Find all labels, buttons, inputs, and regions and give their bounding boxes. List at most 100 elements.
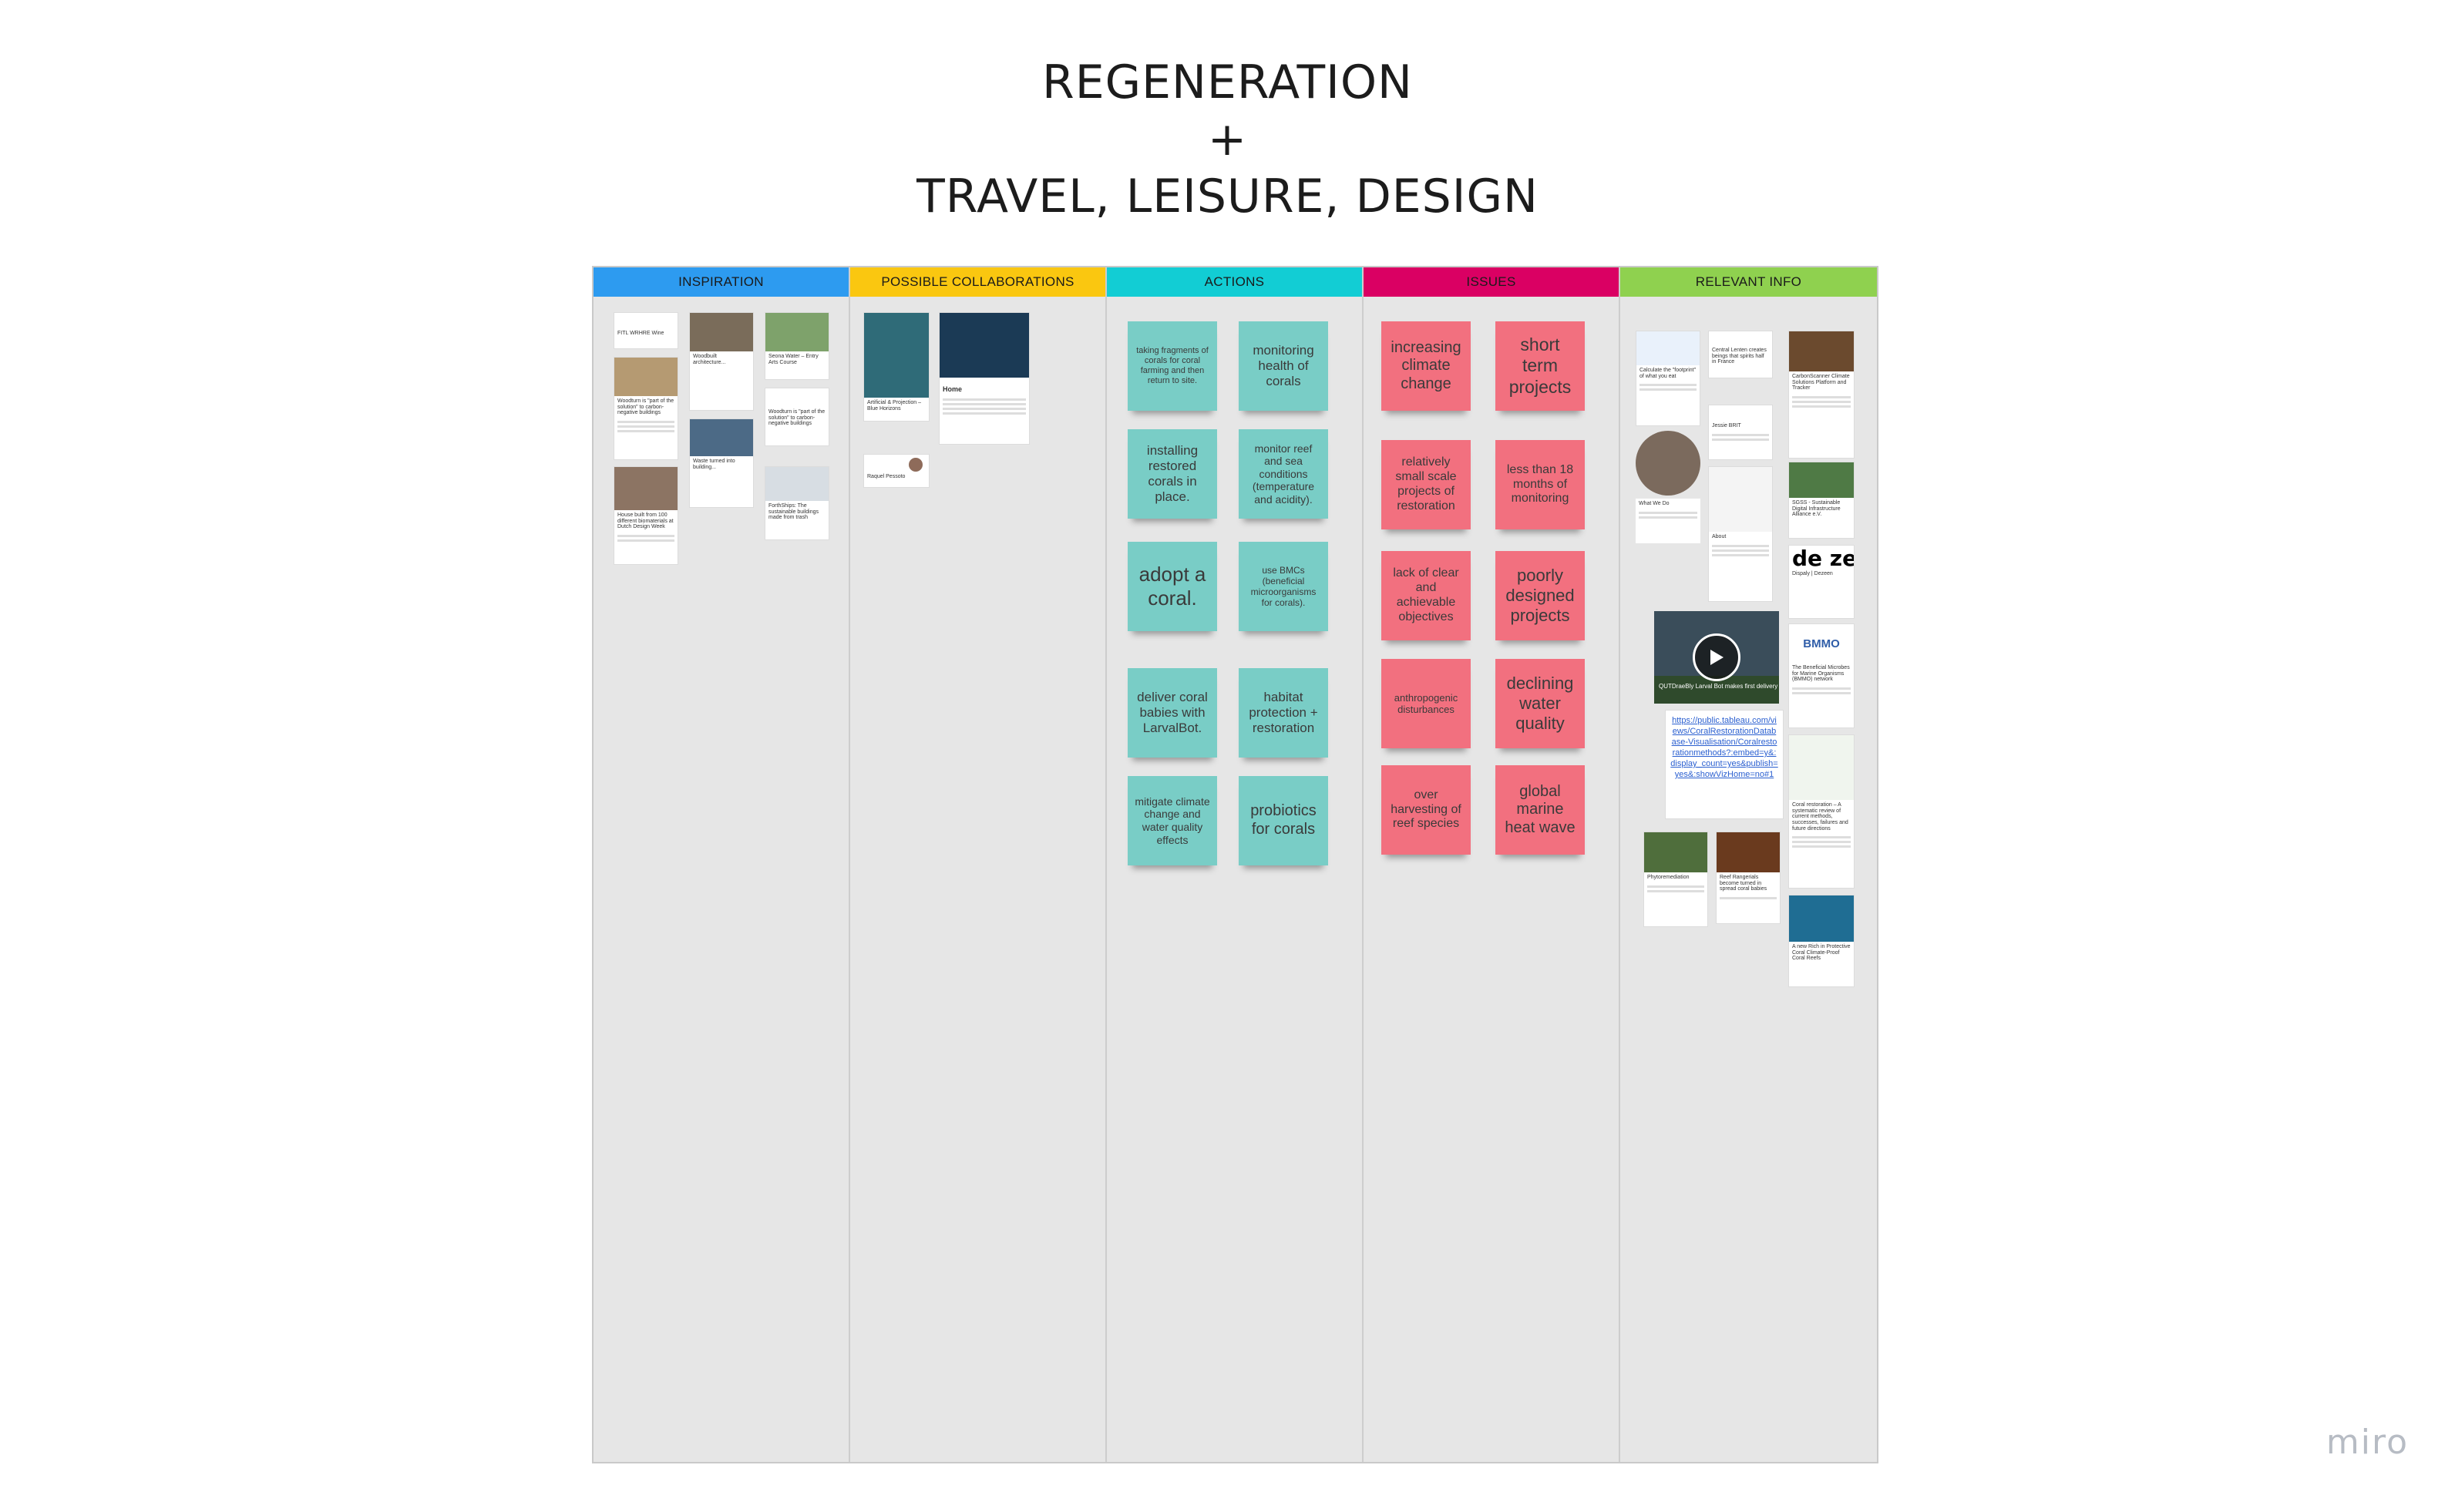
sticky-note-issue[interactable]: short term projects bbox=[1495, 321, 1585, 411]
card-image bbox=[864, 313, 929, 398]
sticky-note-action[interactable]: deliver coral babies with LarvalBot. bbox=[1128, 668, 1217, 758]
inspiration-card[interactable]: Woodturn is "part of the solution" to ca… bbox=[614, 357, 678, 460]
inspiration-card[interactable]: House built from 100 different biomateri… bbox=[614, 466, 678, 565]
kanban-board: INSPIRATION POSSIBLE COLLABORATIONS ACTI… bbox=[592, 266, 1878, 1463]
sticky-note-action[interactable]: habitat protection + restoration bbox=[1239, 668, 1328, 758]
card-title: The Beneficial Microbes for Marine Organ… bbox=[1792, 665, 1850, 683]
info-card[interactable]: BMMO The Beneficial Microbes for Marine … bbox=[1788, 623, 1855, 728]
card-image bbox=[1789, 735, 1854, 800]
sticky-note-issue[interactable]: anthropogenic disturbances bbox=[1381, 659, 1471, 748]
info-card[interactable]: Central Lenten creates beings that spiri… bbox=[1708, 331, 1773, 378]
card-title: SGSS - Sustainable Digital Infrastructur… bbox=[1792, 500, 1841, 518]
tableau-link[interactable]: https://public.tableau.com/views/CoralRe… bbox=[1670, 715, 1778, 780]
column-header-inspiration[interactable]: INSPIRATION bbox=[594, 267, 849, 297]
card-title: Seona Water – Entry Arts Course bbox=[768, 354, 819, 365]
collaboration-card[interactable]: Artificial & Projection – Blue Horizons bbox=[863, 312, 930, 422]
card-title: Jessie BRIT bbox=[1712, 423, 1741, 428]
video-caption: QUTDraeBly Larval Bot makes first delive… bbox=[1659, 683, 1779, 690]
title-line-3: TRAVEL, LEISURE, DESIGN bbox=[916, 170, 1539, 223]
card-title: About bbox=[1712, 534, 1727, 539]
card-title: What We Do bbox=[1639, 501, 1670, 506]
dezeen-logo: de zeen bbox=[1792, 546, 1855, 571]
avatar bbox=[1636, 431, 1700, 496]
card-image bbox=[614, 467, 678, 510]
card-image bbox=[1709, 467, 1772, 532]
card-image bbox=[1789, 462, 1854, 498]
card-image bbox=[614, 358, 678, 396]
card-title: Calculate the "footprint" of what you ea… bbox=[1639, 368, 1697, 379]
card-title: Phytoremediation bbox=[1647, 875, 1690, 880]
sticky-note-issue[interactable]: less than 18 months of monitoring bbox=[1495, 440, 1585, 529]
card-title: Central Lenten creates beings that spiri… bbox=[1712, 348, 1767, 365]
inspiration-card[interactable]: ForthShips: The sustainable buildings ma… bbox=[765, 466, 829, 540]
miro-logo: miro bbox=[2326, 1423, 2409, 1462]
info-card[interactable]: de zeen Dispaly | Dezeen bbox=[1788, 545, 1855, 619]
info-card[interactable]: CarbonScanner Climate Solutions Platform… bbox=[1788, 331, 1855, 459]
card-image bbox=[1717, 832, 1780, 872]
card-title: Artificial & Projection – Blue Horizons bbox=[867, 400, 922, 412]
info-card[interactable]: A new Rich in Protective Coral Climate-P… bbox=[1788, 895, 1855, 987]
card-title: Coral restoration – A systematic review … bbox=[1792, 802, 1848, 832]
card-image bbox=[1644, 832, 1707, 872]
info-card[interactable]: About bbox=[1708, 466, 1773, 602]
info-card[interactable]: Calculate the "footprint" of what you ea… bbox=[1636, 331, 1700, 426]
info-card[interactable]: SGSS - Sustainable Digital Infrastructur… bbox=[1788, 462, 1855, 539]
card-title: CarbonScanner Climate Solutions Platform… bbox=[1792, 374, 1850, 391]
sticky-note-action[interactable]: taking fragments of corals for coral far… bbox=[1128, 321, 1217, 411]
card-title: Woodturn is "part of the solution" to ca… bbox=[617, 398, 674, 416]
info-card[interactable]: Jessie BRIT bbox=[1708, 405, 1773, 460]
card-image bbox=[765, 313, 829, 351]
sticky-note-action[interactable]: monitoring health of corals bbox=[1239, 321, 1328, 411]
play-button-icon[interactable] bbox=[1693, 633, 1740, 681]
link-card[interactable]: https://public.tableau.com/views/CoralRe… bbox=[1665, 710, 1784, 819]
sticky-note-issue[interactable]: global marine heat wave bbox=[1495, 765, 1585, 855]
card-title: FITL WRHRE Wine bbox=[617, 331, 664, 336]
card-title: Raquel Pessoto bbox=[867, 474, 906, 479]
sticky-note-action[interactable]: adopt a coral. bbox=[1128, 542, 1217, 631]
column-header-actions[interactable]: ACTIONS bbox=[1107, 267, 1362, 297]
column-header-issues[interactable]: ISSUES bbox=[1364, 267, 1619, 297]
card-title: Reef Rangerials become turned in spread … bbox=[1720, 875, 1767, 892]
info-card[interactable]: Reef Rangerials become turned in spread … bbox=[1716, 832, 1781, 924]
card-image bbox=[690, 419, 753, 456]
card-title: Woodturn is "part of the solution" to ca… bbox=[768, 409, 826, 427]
card-title: House built from 100 different biomateri… bbox=[617, 512, 674, 530]
card-title: Home bbox=[943, 385, 963, 393]
card-image bbox=[940, 313, 1029, 378]
sticky-note-issue[interactable]: lack of clear and achievable objectives bbox=[1381, 551, 1471, 640]
info-card[interactable]: Coral restoration – A systematic review … bbox=[1788, 734, 1855, 889]
info-card[interactable]: Phytoremediation bbox=[1643, 832, 1708, 927]
sticky-note-issue[interactable]: over harvesting of reef species bbox=[1381, 765, 1471, 855]
sticky-note-issue[interactable]: increasing climate change bbox=[1381, 321, 1471, 411]
sticky-note-issue[interactable]: poorly designed projects bbox=[1495, 551, 1585, 640]
sticky-note-action[interactable]: use BMCs (beneficial microorganisms for … bbox=[1239, 542, 1328, 631]
sticky-note-action[interactable]: mitigate climate change and water qualit… bbox=[1128, 776, 1217, 865]
column-header-possible-collaborations[interactable]: POSSIBLE COLLABORATIONS bbox=[850, 267, 1105, 297]
column-header-relevant-info[interactable]: RELEVANT INFO bbox=[1620, 267, 1877, 297]
card-image bbox=[1789, 331, 1854, 371]
card-title: A new Rich in Protective Coral Climate-P… bbox=[1792, 944, 1851, 962]
info-card[interactable]: What We Do bbox=[1636, 431, 1700, 543]
bmmo-logo: BMMO bbox=[1803, 637, 1840, 650]
card-image bbox=[1789, 895, 1854, 942]
board-title: REGENERATION + TRAVEL, LEISURE, DESIGN bbox=[0, 54, 2455, 225]
collaboration-card[interactable]: Raquel Pessoto bbox=[863, 454, 930, 488]
card-title: ForthShips: The sustainable buildings ma… bbox=[768, 503, 819, 521]
inspiration-card[interactable]: Woodbuilt architecture... bbox=[689, 312, 754, 411]
sticky-note-action[interactable]: installing restored corals in place. bbox=[1128, 429, 1217, 519]
collaboration-card[interactable]: Home bbox=[939, 312, 1030, 445]
sticky-note-issue[interactable]: declining water quality bbox=[1495, 659, 1585, 748]
title-line-1: REGENERATION bbox=[1042, 55, 1413, 109]
sticky-note-action[interactable]: probiotics for corals bbox=[1239, 776, 1328, 865]
card-image bbox=[765, 467, 829, 501]
sticky-note-issue[interactable]: relatively small scale projects of resto… bbox=[1381, 440, 1471, 529]
sticky-note-action[interactable]: monitor reef and sea conditions (tempera… bbox=[1239, 429, 1328, 519]
inspiration-card[interactable]: FITL WRHRE Wine bbox=[614, 312, 678, 349]
inspiration-card[interactable]: Seona Water – Entry Arts Course bbox=[765, 312, 829, 380]
video-embed[interactable]: QUTDraeBly Larval Bot makes first delive… bbox=[1654, 611, 1779, 704]
title-line-2: + bbox=[1207, 113, 1248, 166]
avatar bbox=[909, 458, 923, 472]
column-possible-collaborations: POSSIBLE COLLABORATIONS bbox=[850, 267, 1107, 1462]
inspiration-card[interactable]: Woodturn is "part of the solution" to ca… bbox=[765, 388, 829, 446]
